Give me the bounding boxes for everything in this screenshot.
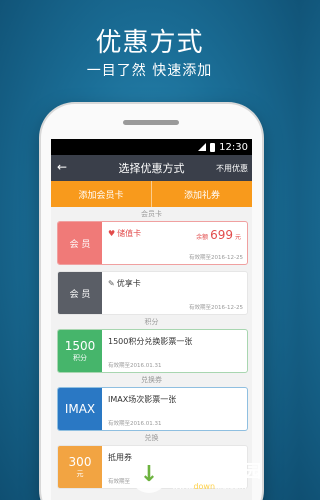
add-member-card-button[interactable]: 添加会员卡 bbox=[51, 181, 151, 207]
card-expiry: 有效期至2016.01.31 bbox=[108, 421, 162, 427]
watermark-logo-icon: ↓ bbox=[130, 455, 168, 493]
stored-value-card[interactable]: 会 员 ♥ 储值卡 余额 699 元 有效期至2016-12-25 bbox=[57, 221, 248, 265]
status-bar: 12:30 bbox=[51, 139, 252, 155]
no-discount-button[interactable]: 不用优惠 bbox=[216, 163, 248, 174]
cash-badge: 300 元 bbox=[58, 446, 102, 488]
tag-icon: ✎ bbox=[108, 279, 115, 288]
member-badge: 会 员 bbox=[58, 222, 102, 264]
promo-headline: 优惠方式 bbox=[95, 28, 204, 58]
arrow-left-icon[interactable]: ← bbox=[57, 160, 67, 174]
card-expiry: 有效期至2016.01.31 bbox=[108, 363, 162, 369]
card-name: IMAX场次影票一张 bbox=[108, 395, 177, 404]
member-badge: 会 员 bbox=[58, 272, 102, 314]
speaker-grille bbox=[123, 120, 179, 125]
action-tabs: 添加会员卡 添加礼券 bbox=[51, 181, 252, 207]
section-partial-label: 兑换 bbox=[144, 434, 159, 442]
section-voucher-label: 兑换券 bbox=[141, 376, 162, 384]
card-expiry: 有效期至2016-12-25 bbox=[189, 255, 243, 261]
phone-frame: 12:30 ← 选择优惠方式 不用优惠 添加会员卡 添加礼券 会员卡 会 员 ♥… bbox=[41, 104, 262, 500]
title-bar: ← 选择优惠方式 不用优惠 bbox=[51, 155, 252, 181]
points-coupon[interactable]: 1500 积分 1500积分兑换影票一张 有效期至2016.01.31 bbox=[57, 329, 248, 373]
signal-icon bbox=[198, 143, 207, 151]
card-expiry: 有效期至2016-12-25 bbox=[189, 305, 243, 311]
card-body: ♥ 储值卡 余额 699 元 有效期至2016-12-25 bbox=[102, 222, 247, 264]
discount-card[interactable]: 会 员 ✎ 优享卡 有效期至2016-12-25 bbox=[57, 271, 248, 315]
card-name: 1500积分兑换影票一张 bbox=[108, 337, 193, 346]
phone-screen: 12:30 ← 选择优惠方式 不用优惠 添加会员卡 添加礼券 会员卡 会 员 ♥… bbox=[51, 139, 252, 500]
status-time: 12:30 bbox=[219, 141, 248, 153]
imax-badge: IMAX bbox=[58, 388, 102, 430]
card-body: IMAX场次影票一张 有效期至2016.01.31 bbox=[102, 388, 247, 430]
watermark-url: www.downxia.com bbox=[172, 482, 247, 491]
watermark-name: 当下软件园 bbox=[172, 462, 262, 482]
battery-icon bbox=[210, 142, 216, 152]
points-badge: 1500 积分 bbox=[58, 330, 102, 372]
card-name: ✎ 优享卡 bbox=[108, 279, 141, 288]
card-body: 1500积分兑换影票一张 有效期至2016.01.31 bbox=[102, 330, 247, 372]
balance: 余额 699 元 bbox=[196, 228, 241, 242]
section-member-label: 会员卡 bbox=[141, 210, 162, 218]
imax-voucher[interactable]: IMAX IMAX场次影票一张 有效期至2016.01.31 bbox=[57, 387, 248, 431]
card-body: ✎ 优享卡 有效期至2016-12-25 bbox=[102, 272, 247, 314]
site-watermark: ↓ 当下软件园 www.downxia.com bbox=[130, 448, 299, 500]
promo-subline: 一目了然 快速添加 bbox=[86, 63, 213, 79]
section-points-label: 积分 bbox=[144, 318, 159, 326]
card-expiry: 有效期至 bbox=[108, 479, 131, 485]
add-voucher-button[interactable]: 添加礼券 bbox=[151, 181, 252, 207]
heart-icon: ♥ bbox=[108, 229, 116, 238]
